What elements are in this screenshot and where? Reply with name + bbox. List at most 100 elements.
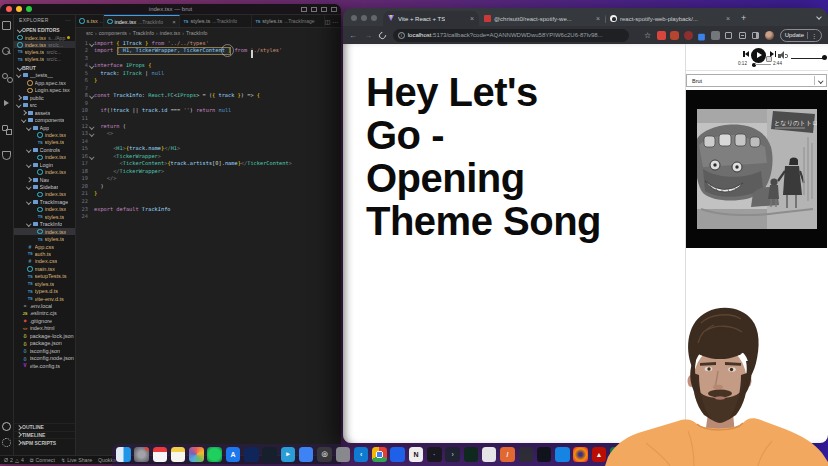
dock-icon-obs[interactable]: ◎: [317, 447, 332, 462]
back-button[interactable]: ←: [349, 31, 357, 40]
tree-item[interactable]: index.tsx: [14, 168, 75, 175]
activity-icon[interactable]: [2, 73, 11, 82]
toolbar-icon[interactable]: [711, 31, 720, 40]
dock-icon-vscode[interactable]: ‹: [354, 447, 369, 462]
browser-tab[interactable]: react-spotify-web-playback/... ×: [605, 11, 735, 26]
new-tab-button[interactable]: +: [741, 11, 746, 26]
tree-item[interactable]: public: [14, 94, 75, 101]
breadcrumb-item[interactable]: ›TrackInfo: [127, 30, 154, 36]
dock-icon-simulator[interactable]: [482, 447, 497, 462]
tree-item[interactable]: .eslintrc.cjs: [14, 310, 75, 317]
toolbar-icon[interactable]: [670, 31, 679, 40]
next-track-button[interactable]: [770, 51, 776, 57]
dock-icon-photo-dark[interactable]: [519, 447, 534, 462]
activity-icon[interactable]: [2, 99, 11, 108]
tree-item[interactable]: Sidebar: [14, 183, 75, 190]
open-editor-item[interactable]: index.tsx src/c...: [14, 41, 75, 48]
activity-icon[interactable]: [2, 125, 11, 134]
breadcrumb-item[interactable]: ›index.tsx: [154, 30, 180, 36]
dock-icon-shazam[interactable]: [244, 447, 259, 462]
tree-item[interactable]: tsconfig.json: [14, 347, 75, 354]
url-bar[interactable]: i localhost:5173/callback?code=AQANNWDWD…: [393, 29, 629, 42]
sidebar-section[interactable]: TIMELINE: [14, 431, 75, 439]
tree-item[interactable]: App.css: [14, 243, 75, 250]
progress-track[interactable]: [755, 64, 771, 65]
tree-item[interactable]: App: [14, 124, 75, 131]
toolbar-icon[interactable]: [738, 31, 747, 40]
browser-tab[interactable]: Vite + React + TS ×: [383, 11, 479, 26]
dock-icon-zoom[interactable]: [299, 447, 314, 462]
tree-item[interactable]: App.spec.tsx: [14, 79, 75, 86]
problems-indicator[interactable]: Ø2△4: [4, 457, 24, 463]
tree-item[interactable]: styles.ts: [14, 139, 75, 146]
dock-icon-firefox[interactable]: [573, 447, 588, 462]
explorer-more-icon[interactable]: ···: [65, 17, 71, 23]
tree-item[interactable]: assets: [14, 109, 75, 116]
reload-icon[interactable]: [378, 30, 388, 40]
breadcrumb-item[interactable]: ›components: [93, 30, 127, 36]
tree-item[interactable]: .gitignore: [14, 317, 75, 324]
dock-icon-system-settings[interactable]: [134, 447, 149, 462]
sidebar-section[interactable]: NPM SCRIPTS: [14, 438, 75, 446]
tree-item[interactable]: index.css: [14, 258, 75, 265]
dock-icon-telegram[interactable]: ▸: [281, 447, 296, 462]
tree-item[interactable]: Controls: [14, 146, 75, 153]
breadcrumb-item[interactable]: ›TrackInfo: [180, 30, 207, 36]
connect-button[interactable]: ⧉Connect: [30, 457, 55, 464]
dock-icon-iterm[interactable]: ›: [445, 447, 460, 462]
dock-icon-app-store[interactable]: A: [226, 447, 241, 462]
breadcrumb-item[interactable]: ›src: [86, 30, 93, 36]
tree-item[interactable]: TrackInfo: [14, 221, 75, 228]
toolbar-icon[interactable]: [765, 31, 774, 40]
update-button[interactable]: Update ⋮: [780, 29, 822, 42]
settings-gear-icon[interactable]: [2, 438, 11, 447]
tree-item[interactable]: src: [14, 102, 75, 109]
tab-search-chevron-icon[interactable]: [816, 14, 822, 20]
site-info-icon[interactable]: i: [398, 32, 405, 39]
activity-icon[interactable]: [2, 151, 11, 160]
layout-icons[interactable]: [301, 7, 337, 12]
volume-slider-handle[interactable]: [822, 55, 827, 60]
open-editors-header[interactable]: OPEN EDITORS: [14, 25, 75, 34]
toolbar-icon[interactable]: [698, 33, 705, 40]
tree-item[interactable]: vite.config.ts: [14, 362, 75, 369]
tab-actions[interactable]: ◫ ⋯: [325, 15, 341, 27]
dock-icon-utility-gray[interactable]: [336, 447, 351, 462]
tree-item[interactable]: .env.local: [14, 302, 75, 309]
tree-item[interactable]: vite-env.d.ts: [14, 295, 75, 302]
editor-tab[interactable]: styles.ts ...TrackImage: [252, 15, 325, 27]
tree-item[interactable]: index.tsx: [14, 191, 75, 198]
close-tab-icon[interactable]: ×: [726, 15, 730, 22]
activity-icon[interactable]: [2, 47, 11, 56]
tree-item[interactable]: package.json: [14, 340, 75, 347]
toolbar-icon[interactable]: [751, 31, 760, 40]
chrome-traffic-lights[interactable]: [351, 15, 377, 21]
tree-item[interactable]: Login: [14, 161, 75, 168]
dock-icon-shottr[interactable]: ·: [427, 447, 442, 462]
tree-item[interactable]: auth.ts: [14, 250, 75, 257]
dock-icon-calendar[interactable]: [153, 447, 168, 462]
browser-tab[interactable]: @chrisutt0/react-spotify-we... ×: [479, 11, 605, 26]
tree-item[interactable]: index.tsx: [14, 228, 75, 235]
tree-item[interactable]: __tests__: [14, 72, 75, 79]
tree-item[interactable]: components: [14, 116, 75, 123]
sidebar-section[interactable]: OUTLINE: [14, 423, 75, 431]
tree-item[interactable]: main.tsx: [14, 265, 75, 272]
vscode-titlebar[interactable]: index.tsx — brut: [0, 4, 341, 15]
dock-icon-notes[interactable]: [171, 447, 186, 462]
dock-icon-docker[interactable]: [390, 447, 405, 462]
dock-icon-finder[interactable]: [116, 447, 131, 462]
tree-item[interactable]: tsconfig.node.json: [14, 354, 75, 361]
tree-item[interactable]: styles.ts: [14, 280, 75, 287]
device-select[interactable]: Brut: [686, 74, 827, 87]
forward-button[interactable]: →: [364, 31, 372, 40]
dock-icon-chrome[interactable]: [372, 447, 387, 462]
tree-item[interactable]: index.tsx: [14, 206, 75, 213]
dock-icon-spotify[interactable]: [207, 447, 222, 462]
close-tab-icon[interactable]: ×: [596, 15, 600, 22]
editor-tab[interactable]: styles.ts ...TrackInfo: [180, 15, 252, 27]
dock-icon-warp[interactable]: [537, 447, 552, 462]
close-tab-icon[interactable]: ×: [172, 19, 176, 25]
tree-item[interactable]: setupTests.ts: [14, 273, 75, 280]
tree-item[interactable]: TrackImage: [14, 198, 75, 205]
